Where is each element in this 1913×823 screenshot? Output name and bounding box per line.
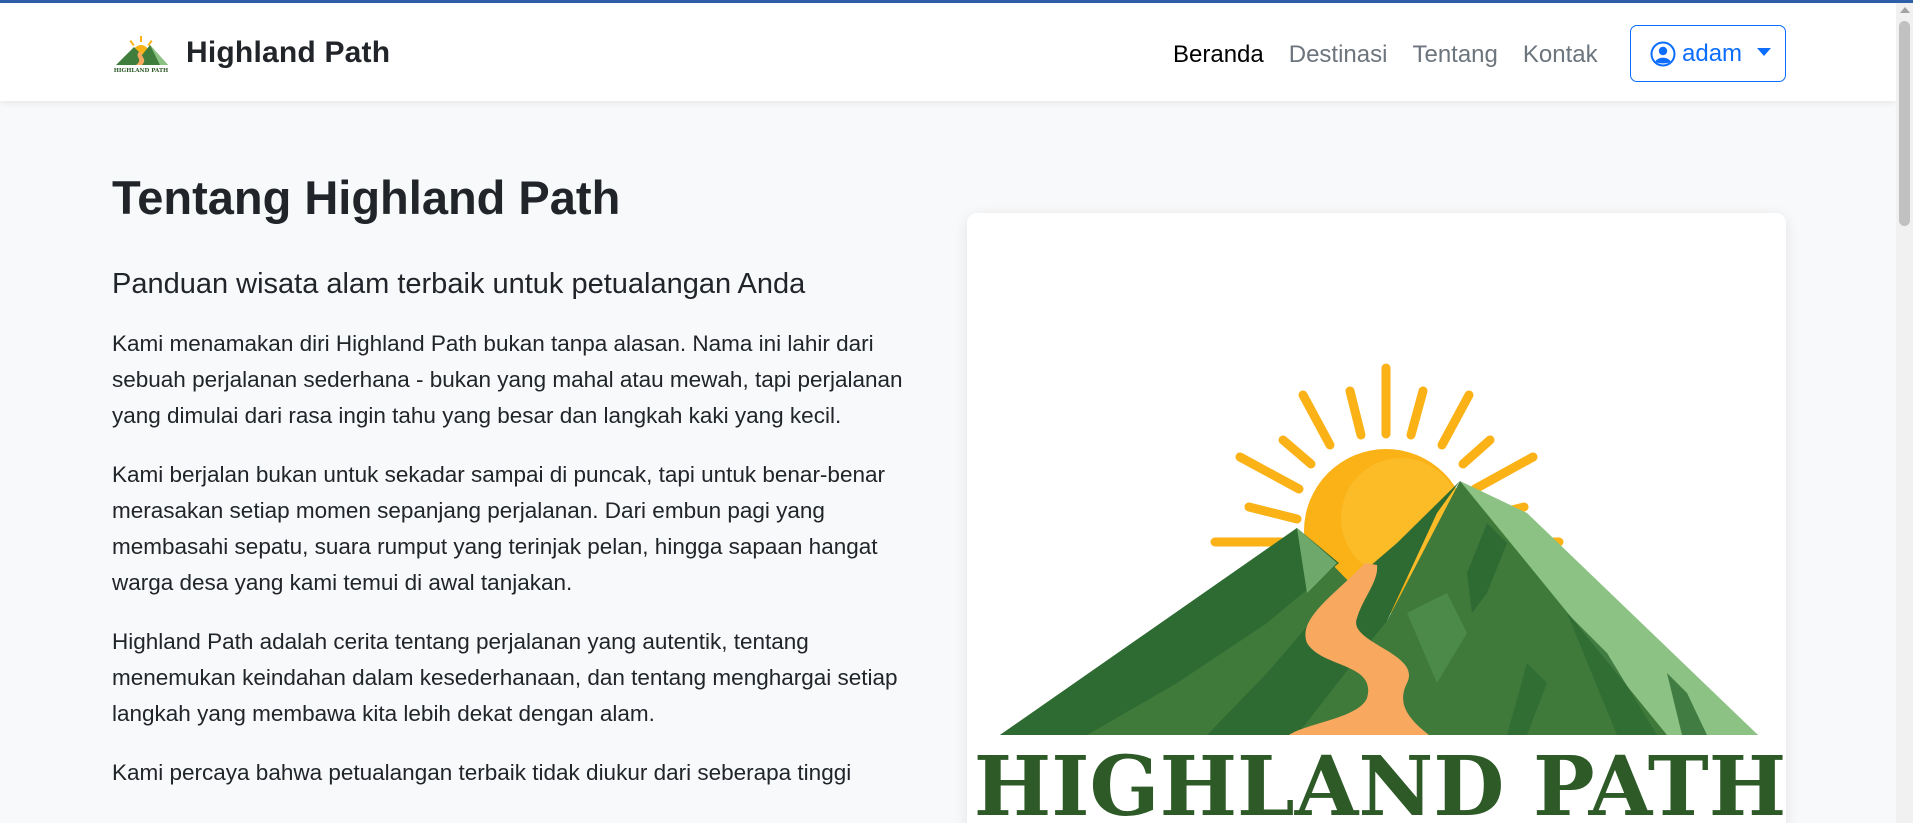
main-nav: Beranda Destinasi Tentang Kontak — [1173, 41, 1623, 69]
about-section: Tentang Highland Path Panduan wisata ala… — [112, 170, 932, 791]
nav-link-destinasi[interactable]: Destinasi — [1289, 41, 1388, 69]
chevron-down-icon — [1757, 48, 1772, 56]
user-dropdown-button[interactable]: adam — [1630, 25, 1786, 82]
nav-link-beranda[interactable]: Beranda — [1173, 41, 1264, 69]
navbar: HIGHLAND PATH Highland Path Beranda Dest… — [0, 3, 1896, 101]
user-circle-icon — [1650, 41, 1676, 66]
nav-link-kontak[interactable]: Kontak — [1523, 41, 1598, 69]
user-name: adam — [1682, 39, 1743, 67]
svg-text:HIGHLAND PATH: HIGHLAND PATH — [114, 68, 169, 73]
brand[interactable]: HIGHLAND PATH Highland Path — [112, 33, 390, 73]
paragraph-2: Kami berjalan bukan untuk sekadar sampai… — [112, 462, 885, 596]
page-title: Tentang Highland Path — [112, 171, 621, 224]
scroll-up-arrow-icon[interactable] — [1900, 7, 1910, 13]
brand-name: Highland Path — [186, 36, 391, 69]
scrollbar[interactable] — [1896, 3, 1913, 823]
paragraph-1: Kami menamakan diri Highland Path bukan … — [112, 331, 903, 429]
logo-card: HIGHLAND PATH — [967, 213, 1786, 823]
lead-text: Panduan wisata alam terbaik untuk petual… — [112, 268, 806, 301]
brand-logo-icon: HIGHLAND PATH — [114, 36, 169, 73]
paragraph-4: Kami percaya bahwa petualangan terbaik t… — [112, 760, 852, 786]
logo-wordmark: HIGHLAND PATH — [974, 739, 1786, 823]
nav-link-tentang[interactable]: Tentang — [1412, 41, 1497, 69]
paragraph-3: Highland Path adalah cerita tentang perj… — [112, 629, 898, 727]
highland-path-logo: HIGHLAND PATH — [974, 363, 1786, 823]
scroll-thumb[interactable] — [1899, 21, 1910, 226]
